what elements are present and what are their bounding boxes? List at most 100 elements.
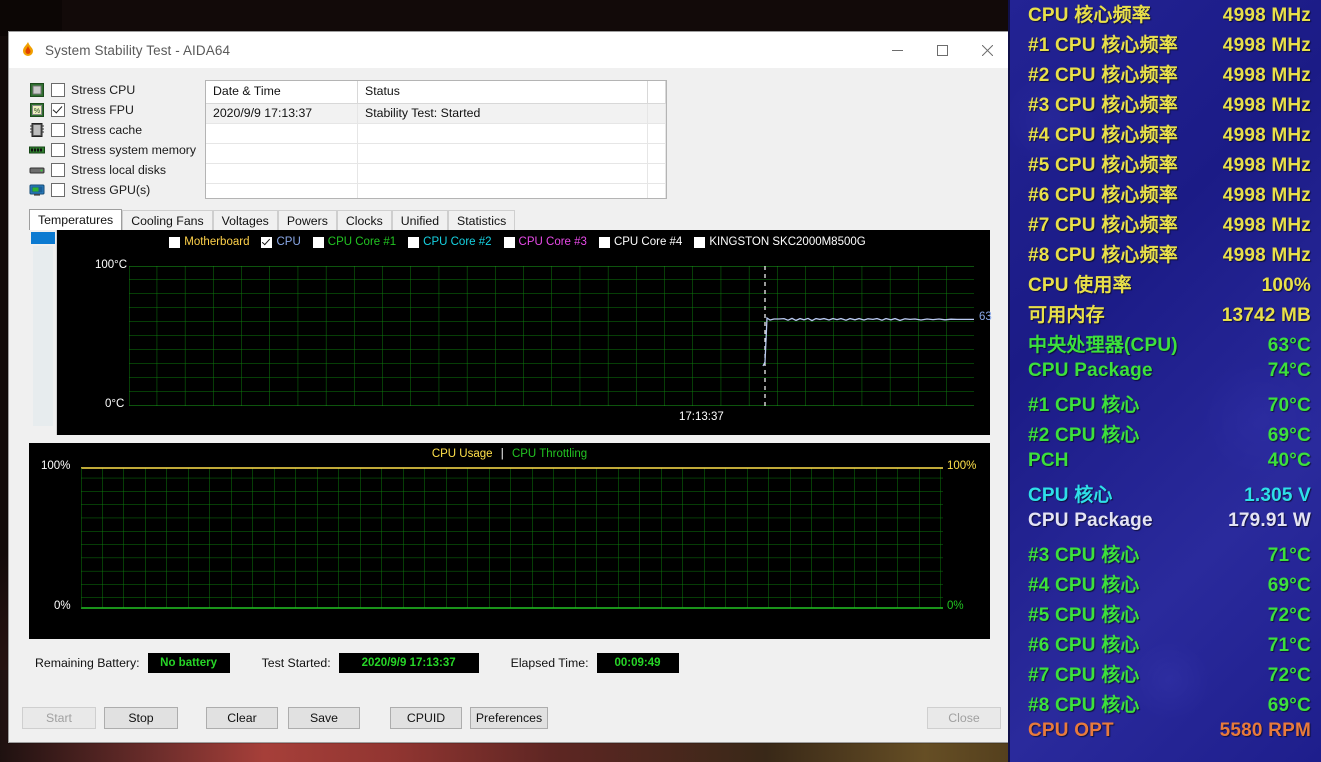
temperature-axis-bottom-label: 0°C	[105, 398, 125, 410]
minimize-icon[interactable]	[875, 32, 920, 68]
usage-axis-right-top-label: 100%	[947, 460, 977, 472]
temperature-plot-area[interactable]: Motherboard CPU CPU Core #1 CPU Core #2	[57, 230, 992, 435]
column-header-date-time[interactable]: Date & Time	[206, 81, 358, 103]
cell-extra	[648, 104, 666, 123]
cpuid-button[interactable]: CPUID	[390, 707, 462, 729]
stress-cache-checkbox[interactable]	[51, 123, 65, 137]
legend-item-cpu-core-2[interactable]: CPU Core #2	[408, 236, 492, 248]
top-section: Stress CPU % Stress FPU Stress cache Str…	[9, 68, 1010, 200]
stress-option-cache[interactable]: Stress cache	[29, 120, 201, 140]
legend-checkbox[interactable]	[169, 236, 181, 248]
stress-fpu-checkbox[interactable]	[51, 103, 65, 117]
preferences-button[interactable]: Preferences	[470, 707, 548, 729]
temperature-time-label: 17:13:37	[679, 411, 724, 423]
legend-checkbox[interactable]	[261, 236, 273, 248]
usage-axis-right-bottom-label: 0%	[947, 600, 964, 612]
cache-icon	[29, 122, 45, 138]
table-row[interactable]	[206, 124, 666, 144]
legend-item-cpu-core-1[interactable]: CPU Core #1	[312, 236, 396, 248]
tab-clocks[interactable]: Clocks	[336, 210, 392, 230]
legend-checkbox[interactable]	[408, 236, 420, 248]
tab-statistics[interactable]: Statistics	[448, 210, 516, 230]
osd-row-key: CPU 核心	[1028, 485, 1113, 506]
stress-option-gpu[interactable]: Stress GPU(s)	[29, 180, 201, 200]
tab-temperatures[interactable]: Temperatures	[29, 209, 123, 230]
osd-row: CPU OPT 5580 RPM	[1010, 720, 1321, 750]
osd-row-key: #6 CPU 核心频率	[1028, 185, 1179, 206]
table-row[interactable]: 2020/9/9 17:13:37 Stability Test: Starte…	[206, 104, 666, 124]
scrollbar-thumb[interactable]	[31, 232, 55, 244]
table-row[interactable]	[206, 144, 666, 164]
stop-button[interactable]: Stop	[104, 707, 178, 729]
osd-row-value: 40°C	[1267, 450, 1311, 471]
chart-tabs[interactable]: Temperatures Cooling Fans Voltages Power…	[29, 209, 1010, 230]
osd-row-value: 4998 MHz	[1222, 65, 1311, 86]
stress-local-disks-checkbox[interactable]	[51, 163, 65, 177]
status-log-table[interactable]: Date & Time Status 2020/9/9 17:13:37 Sta…	[205, 80, 667, 199]
osd-row: #6 CPU 核心 71°C	[1010, 630, 1321, 660]
cell-status: Stability Test: Started	[358, 104, 648, 123]
legend-item-cpu[interactable]: CPU	[261, 236, 301, 248]
stress-option-cpu[interactable]: Stress CPU	[29, 80, 201, 100]
close-button[interactable]: Close	[927, 707, 1001, 729]
column-header-status[interactable]: Status	[358, 81, 648, 103]
legend-item-kingston-ssd[interactable]: KINGSTON SKC2000M8500G	[694, 236, 866, 248]
save-button[interactable]: Save	[288, 707, 360, 729]
osd-row-key: #4 CPU 核心频率	[1028, 125, 1179, 146]
temperature-chart[interactable]: Motherboard CPU CPU Core #1 CPU Core #2	[29, 230, 992, 435]
legend-item-cpu-core-4[interactable]: CPU Core #4	[598, 236, 682, 248]
tab-powers[interactable]: Powers	[277, 210, 337, 230]
legend-item-cpu-core-3[interactable]: CPU Core #3	[503, 236, 587, 248]
stress-gpu-checkbox[interactable]	[51, 183, 65, 197]
osd-row-key: #5 CPU 核心	[1028, 605, 1140, 626]
window-client-area: Stress CPU % Stress FPU Stress cache Str…	[9, 68, 1010, 742]
legend-label-cpu-usage[interactable]: CPU Usage	[432, 448, 493, 460]
osd-row-value: 4998 MHz	[1222, 215, 1311, 236]
cell-extra	[648, 124, 666, 143]
flame-icon	[19, 41, 37, 59]
cpu-usage-chart[interactable]: CPU Usage | CPU Throttling 100% 0% 100% …	[29, 443, 990, 639]
svg-text:%: %	[34, 108, 40, 115]
window-titlebar[interactable]: System Stability Test - AIDA64	[9, 32, 1010, 68]
stress-option-fpu[interactable]: % Stress FPU	[29, 100, 201, 120]
legend-item-motherboard[interactable]: Motherboard	[169, 236, 249, 248]
table-row[interactable]	[206, 184, 666, 198]
osd-row: #8 CPU 核心 69°C	[1010, 690, 1321, 720]
osd-row-key: #2 CPU 核心	[1028, 425, 1140, 446]
osd-row: 中央处理器(CPU) 63°C	[1010, 330, 1321, 360]
stress-options-list[interactable]: Stress CPU % Stress FPU Stress cache Str…	[9, 80, 201, 200]
stress-option-local-disks[interactable]: Stress local disks	[29, 160, 201, 180]
cpu-usage-chart-legend[interactable]: CPU Usage | CPU Throttling	[29, 448, 990, 460]
osd-row: #7 CPU 核心 72°C	[1010, 660, 1321, 690]
legend-checkbox[interactable]	[598, 236, 610, 248]
system-stability-test-window[interactable]: System Stability Test - AIDA64 Stress CP…	[8, 31, 1011, 743]
stress-option-label: Stress cache	[71, 123, 143, 137]
osd-row: #5 CPU 核心频率 4998 MHz	[1010, 150, 1321, 180]
test-started-value: 2020/9/9 17:13:37	[338, 653, 479, 673]
legend-label-cpu-throttling[interactable]: CPU Throttling	[512, 448, 587, 460]
legend-checkbox[interactable]	[503, 236, 515, 248]
stress-system-memory-checkbox[interactable]	[51, 143, 65, 157]
temperature-chart-scrollbar[interactable]	[29, 230, 57, 435]
column-header-extra[interactable]	[648, 81, 666, 103]
window-controls[interactable]	[875, 32, 1010, 68]
stress-option-system-memory[interactable]: Stress system memory	[29, 140, 201, 160]
osd-row: #3 CPU 核心频率 4998 MHz	[1010, 90, 1321, 120]
legend-checkbox[interactable]	[312, 236, 324, 248]
clear-button[interactable]: Clear	[206, 707, 278, 729]
close-icon[interactable]	[965, 32, 1010, 68]
tab-unified[interactable]: Unified	[391, 210, 449, 230]
stress-cpu-checkbox[interactable]	[51, 83, 65, 97]
legend-checkbox[interactable]	[694, 236, 706, 248]
temperature-chart-legend[interactable]: Motherboard CPU CPU Core #1 CPU Core #2	[57, 236, 990, 248]
window-title: System Stability Test - AIDA64	[45, 42, 231, 58]
osd-row-value: 69°C	[1267, 695, 1311, 716]
osd-row-key: CPU 核心频率	[1028, 5, 1151, 26]
maximize-icon[interactable]	[920, 32, 965, 68]
tab-voltages[interactable]: Voltages	[212, 210, 278, 230]
start-button[interactable]: Start	[22, 707, 96, 729]
osd-row-key: 可用内存	[1028, 305, 1105, 326]
table-row[interactable]	[206, 164, 666, 184]
tab-cooling-fans[interactable]: Cooling Fans	[122, 210, 213, 230]
scrollbar-track[interactable]	[33, 246, 53, 426]
